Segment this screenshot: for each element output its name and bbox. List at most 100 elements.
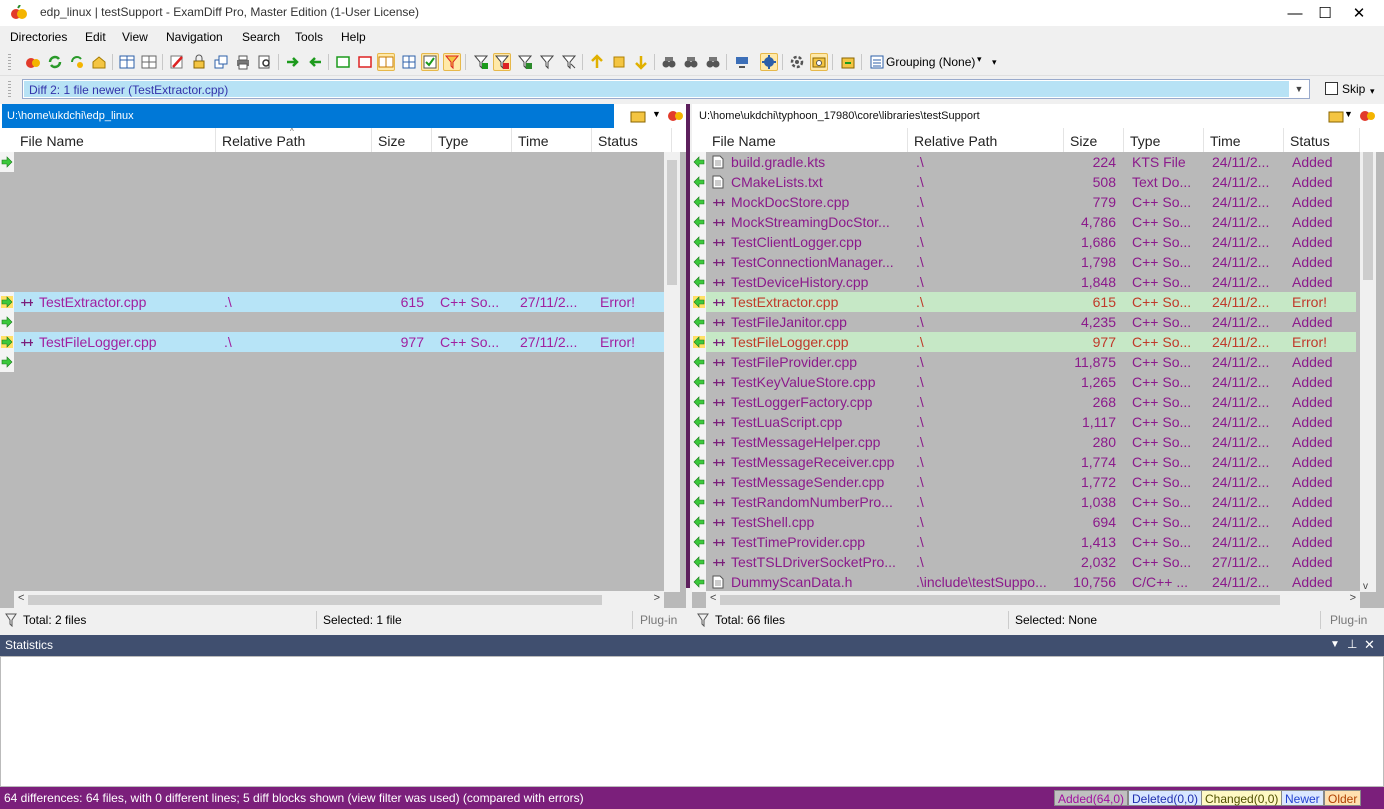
current-diff-icon[interactable] [610, 53, 628, 71]
table-row[interactable]: + + TestFileLogger.cpp .\ 977 C++ So... 27/11/… [0, 332, 664, 352]
copy-left-arrow-icon[interactable] [692, 532, 706, 552]
left-path[interactable]: U:\home\ukdchi\edp_linux [7, 110, 134, 122]
statistics-menu-chevron-down-icon[interactable]: ▼ [1330, 639, 1340, 650]
copy-left-arrow-icon[interactable] [692, 332, 706, 352]
copy-left-arrow-icon[interactable] [692, 472, 706, 492]
copy-left-arrow-icon[interactable] [692, 232, 706, 252]
table-row[interactable]: + + MockStreamingDocStor... .\ 4,786 C++ So..… [692, 212, 1356, 232]
empty-placeholder-row[interactable] [0, 312, 664, 332]
table-row[interactable]: build.gradle.kts .\ 224 KTS File 24/11/2... A… [692, 152, 1356, 172]
copy-left-icon[interactable] [306, 53, 324, 71]
copy-left-arrow-icon[interactable] [692, 212, 706, 232]
print-preview-icon[interactable] [256, 53, 274, 71]
copy-left-arrow-icon[interactable] [692, 172, 706, 192]
plugin-icon[interactable] [760, 53, 778, 71]
filter-icon[interactable] [443, 53, 461, 71]
options-gear-icon[interactable] [788, 53, 806, 71]
left-col-file-name[interactable]: File Name [14, 128, 216, 152]
grid-icon[interactable] [400, 53, 418, 71]
minimize-button[interactable]: — [1278, 0, 1312, 26]
table-row[interactable]: DummyScanData.h .\include\testSuppo... 10,… [692, 572, 1356, 592]
table-row[interactable]: + + TestRandomNumberPro... .\ 1,038 C++ So...… [692, 492, 1356, 512]
refresh-icon[interactable] [46, 53, 64, 71]
copy-left-arrow-icon[interactable] [692, 572, 706, 592]
left-col-size[interactable]: Size [372, 128, 432, 152]
layout-alt-icon[interactable] [140, 53, 158, 71]
copy-left-arrow-icon[interactable] [692, 432, 706, 452]
copy-left-arrow-icon[interactable] [692, 492, 706, 512]
copy-left-arrow-icon[interactable] [692, 512, 706, 532]
menu-tools[interactable]: Tools [295, 30, 323, 44]
legend-changed[interactable]: Changed(0,0) [1201, 790, 1283, 806]
copy-left-arrow-icon[interactable] [692, 352, 706, 372]
left-browse-chevron-down-icon[interactable]: ▼ [652, 109, 661, 119]
menu-search[interactable]: Search [242, 30, 280, 44]
show-different-icon[interactable] [356, 53, 374, 71]
right-browse-chevron-down-icon[interactable]: ▼ [1344, 109, 1353, 119]
copy-left-arrow-icon[interactable] [692, 452, 706, 472]
statistics-pin-icon[interactable]: ⊥ [1347, 637, 1357, 651]
table-row[interactable]: + + TestKeyValueStore.cpp .\ 1,265 C++ So... 2… [692, 372, 1356, 392]
table-row[interactable]: + + TestMessageSender.cpp .\ 1,772 C++ So... 2… [692, 472, 1356, 492]
left-col-time[interactable]: Time [512, 128, 592, 152]
left-vertical-scrollbar[interactable] [664, 152, 680, 592]
swap-folders-icon[interactable] [839, 53, 857, 71]
menu-navigation[interactable]: Navigation [166, 30, 223, 44]
right-col-relative-path[interactable]: Relative Path [908, 128, 1064, 152]
table-row[interactable]: + + TestMessageHelper.cpp .\ 280 C++ So... 24/… [692, 432, 1356, 452]
table-row[interactable]: + + TestMessageReceiver.cpp .\ 1,774 C++ So..… [692, 452, 1356, 472]
filter-changed-icon[interactable] [516, 53, 534, 71]
diff-selector-chevron-down-icon[interactable]: ▼ [1289, 80, 1309, 98]
copy-left-arrow-icon[interactable] [692, 392, 706, 412]
table-row[interactable]: + + TestConnectionManager... .\ 1,798 C++ So.… [692, 252, 1356, 272]
empty-placeholder-row[interactable] [0, 152, 664, 172]
right-path[interactable]: U:\home\ukdchi\typhoon_17980\core\librar… [699, 110, 980, 122]
sync-icon[interactable] [68, 53, 86, 71]
legend-newer[interactable]: Newer [1281, 790, 1324, 806]
home-folder-icon[interactable] [90, 53, 108, 71]
empty-placeholder-row[interactable] [0, 352, 664, 372]
right-col-time[interactable]: Time [1204, 128, 1284, 152]
table-row[interactable]: + + TestShell.cpp .\ 694 C++ So... 24/11/2... A… [692, 512, 1356, 532]
copy-left-arrow-icon[interactable] [692, 192, 706, 212]
pane-splitter[interactable] [686, 104, 690, 588]
session-icon[interactable] [810, 53, 828, 71]
right-horizontal-scrollbar[interactable]: < > [706, 591, 1360, 608]
table-row[interactable]: + + TestDeviceHistory.cpp .\ 1,848 C++ So... 2… [692, 272, 1356, 292]
edit-icon[interactable] [168, 53, 186, 71]
filter-older-icon[interactable] [560, 53, 578, 71]
menu-view[interactable]: View [122, 30, 148, 44]
copy-left-arrow-icon[interactable] [692, 412, 706, 432]
table-row[interactable]: + + TestClientLogger.cpp .\ 1,686 C++ So... 24… [692, 232, 1356, 252]
show-unique-icon[interactable] [377, 53, 395, 71]
left-horizontal-scrollbar[interactable]: < > [14, 591, 664, 608]
copy-right-arrow-icon[interactable] [0, 332, 14, 352]
menu-help[interactable]: Help [341, 30, 366, 44]
right-browse-folder-icon[interactable] [1328, 108, 1344, 127]
copy-left-arrow-icon[interactable] [692, 272, 706, 292]
right-vertical-scrollbar[interactable]: v [1360, 152, 1376, 592]
grouping-dropdown[interactable]: Grouping (None) [886, 55, 975, 69]
copy-left-arrow-icon[interactable] [692, 552, 706, 572]
left-open-icon[interactable] [667, 107, 685, 126]
copy-left-arrow-icon[interactable] [692, 292, 706, 312]
next-diff-icon[interactable] [632, 53, 650, 71]
skip-checkbox[interactable] [1325, 82, 1338, 95]
copy-right-arrow-icon[interactable] [0, 352, 14, 372]
filter-added-icon[interactable] [472, 53, 490, 71]
grouping-chevron-down-icon[interactable]: ▾ [977, 54, 982, 65]
table-row[interactable]: + + TestFileJanitor.cpp .\ 4,235 C++ So... 24/… [692, 312, 1356, 332]
right-col-size[interactable]: Size [1064, 128, 1124, 152]
table-row[interactable]: + + MockDocStore.cpp .\ 779 C++ So... 24/11/2.… [692, 192, 1356, 212]
layout-icon[interactable] [118, 53, 136, 71]
table-row[interactable]: CMakeLists.txt .\ 508 Text Do... 24/11/2... A… [692, 172, 1356, 192]
lock-icon[interactable] [190, 53, 208, 71]
table-row[interactable]: + + TestFileLogger.cpp .\ 977 C++ So... 24/11/… [692, 332, 1356, 352]
copy-left-arrow-icon[interactable] [692, 152, 706, 172]
left-col-relative-path[interactable]: Relative Path [216, 128, 372, 152]
copy-left-arrow-icon[interactable] [692, 252, 706, 272]
print-icon[interactable] [234, 53, 252, 71]
table-row[interactable]: + + TestFileProvider.cpp .\ 11,875 C++ So... 2… [692, 352, 1356, 372]
open-icon[interactable] [24, 53, 42, 71]
table-row[interactable]: + + TestLuaScript.cpp .\ 1,117 C++ So... 24/11… [692, 412, 1356, 432]
